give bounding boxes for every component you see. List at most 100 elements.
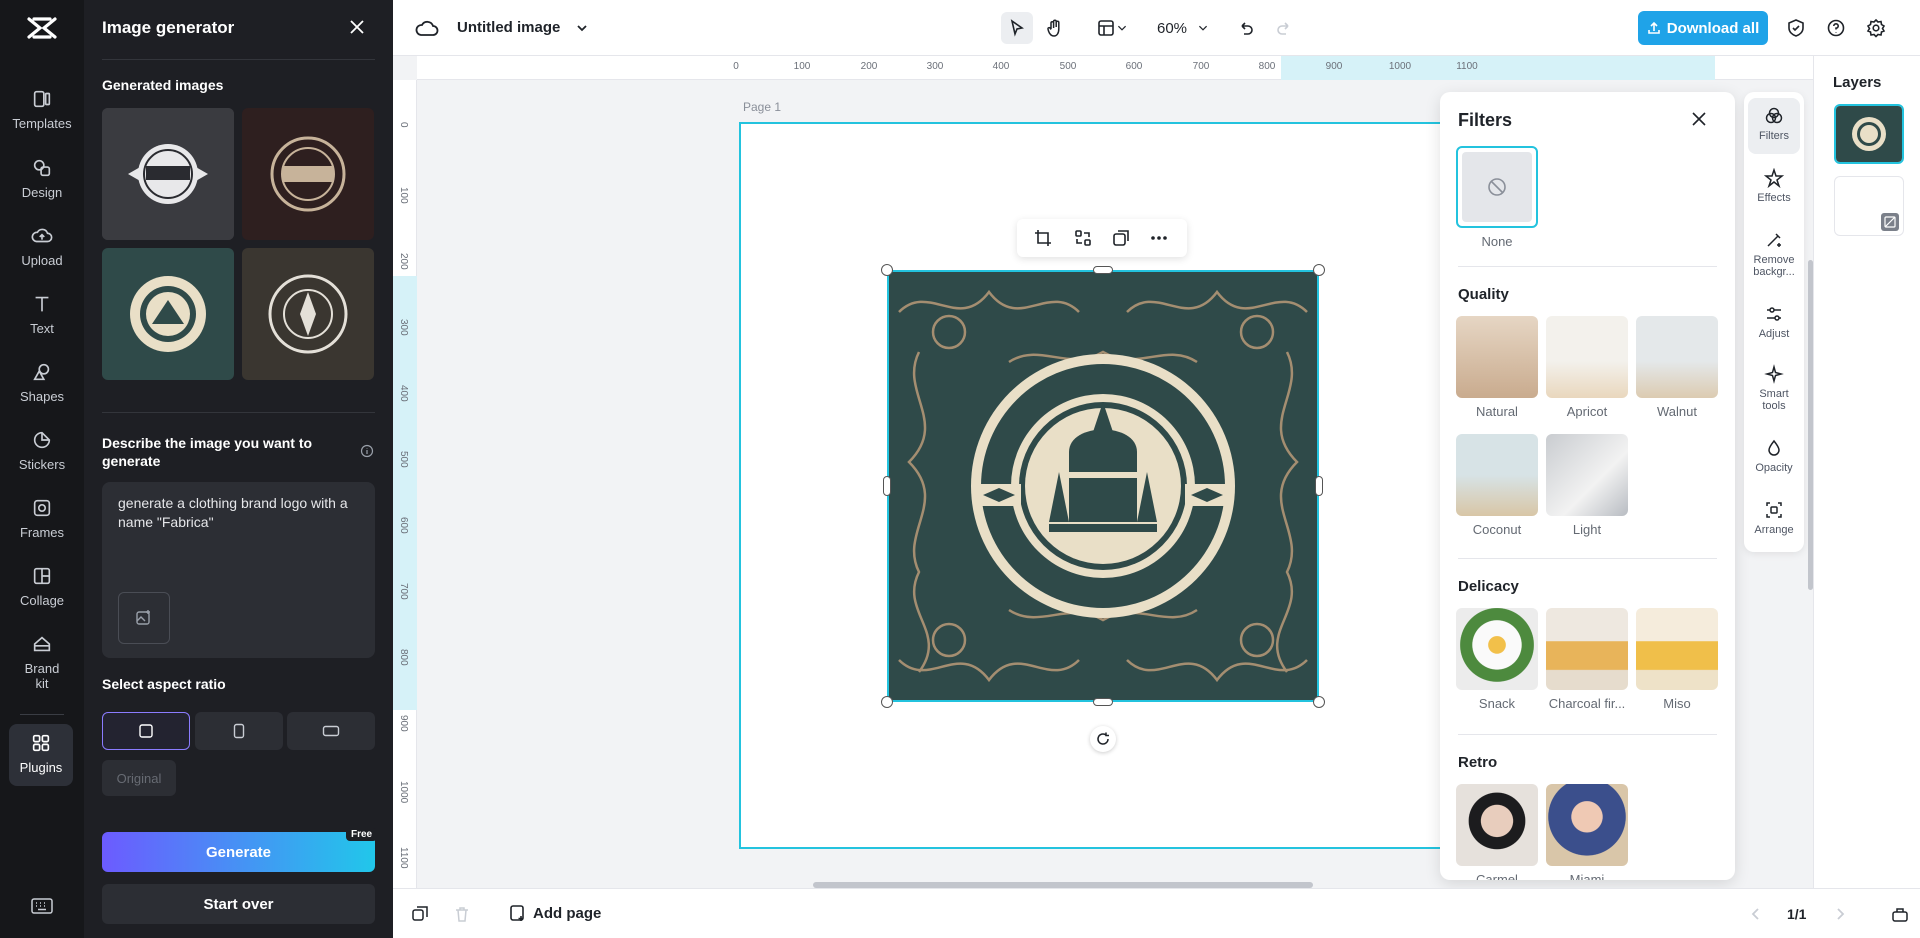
cloud-sync-icon[interactable] [415, 17, 439, 39]
emblem-image [242, 248, 374, 380]
ruler-tick-label: 700 [398, 583, 409, 600]
start-over-button[interactable]: Start over [102, 884, 375, 924]
tool-label: Arrange [1754, 524, 1793, 536]
filter-walnut[interactable]: Walnut [1636, 316, 1718, 419]
tool-remove-background[interactable]: Remove backgr... [1748, 230, 1800, 278]
resize-handle-top[interactable] [1093, 266, 1113, 274]
document-title[interactable]: Untitled image [457, 19, 560, 36]
add-page-label: Add page [533, 905, 601, 922]
shield-button[interactable] [1783, 12, 1809, 44]
nav-collage[interactable]: Collage [0, 565, 84, 629]
settings-button[interactable] [1863, 12, 1889, 44]
tool-smart-tools[interactable]: Smarttools [1748, 364, 1800, 412]
filter-miso[interactable]: Miso [1636, 608, 1718, 711]
nav-plugins[interactable]: Plugins [9, 724, 73, 786]
filter-thumb [1456, 146, 1538, 228]
layers-stack-icon[interactable] [1891, 905, 1909, 923]
download-all-button[interactable]: Download all [1638, 11, 1768, 45]
filter-thumb [1546, 434, 1628, 516]
layers-title: Layers [1833, 74, 1881, 91]
nav-text-label: Text [30, 321, 54, 336]
resize-handle-tr[interactable] [1313, 264, 1325, 276]
filter-light[interactable]: Light [1546, 434, 1628, 537]
select-tool[interactable] [1001, 12, 1033, 44]
ruler-tick-label: 500 [1060, 61, 1077, 72]
generated-thumb-4[interactable] [242, 248, 374, 380]
crop-button[interactable] [1033, 228, 1053, 248]
generate-button[interactable]: Generate [102, 832, 375, 872]
resize-handle-tl[interactable] [881, 264, 893, 276]
generated-thumb-2[interactable] [242, 108, 374, 240]
zoom-control[interactable]: 60% [1151, 12, 1215, 44]
ruler-tick-label: 300 [398, 319, 409, 336]
duplicate-button[interactable] [1111, 228, 1131, 248]
add-page-icon [509, 904, 527, 922]
layout-menu[interactable] [1091, 12, 1133, 44]
resize-handle-bl[interactable] [881, 696, 893, 708]
filter-carmel[interactable]: Carmel [1456, 784, 1538, 880]
tool-opacity[interactable]: Opacity [1748, 438, 1800, 474]
resize-handle-left[interactable] [883, 476, 891, 496]
nav-design[interactable]: Design [0, 157, 84, 221]
add-page-button[interactable]: Add page [509, 904, 601, 922]
aspect-ratio-landscape[interactable] [287, 712, 375, 750]
capcut-logo-icon[interactable] [26, 14, 58, 42]
filter-apricot[interactable]: Apricot [1546, 316, 1628, 419]
tool-adjust[interactable]: Adjust [1748, 304, 1800, 340]
layer-order-icon[interactable] [411, 905, 429, 923]
filter-coconut[interactable]: Coconut [1456, 434, 1538, 537]
layer-logo-image[interactable] [1834, 104, 1904, 164]
tool-arrange[interactable]: Arrange [1748, 500, 1800, 536]
collage-icon [31, 565, 53, 587]
nav-upload[interactable]: Upload [0, 225, 84, 289]
nav-templates[interactable]: Templates [0, 88, 84, 152]
filter-thumb [1456, 434, 1538, 516]
portrait-icon [231, 723, 247, 739]
filters-title: Filters [1458, 110, 1512, 131]
landscape-icon [322, 723, 340, 739]
undo-button[interactable] [1231, 12, 1261, 44]
close-icon[interactable] [1690, 110, 1708, 128]
aspect-ratio-square[interactable] [102, 712, 190, 750]
tool-effects[interactable]: Effects [1748, 168, 1800, 204]
filter-charcoal-fir[interactable]: Charcoal fir... [1546, 608, 1628, 711]
nav-text[interactable]: Text [0, 293, 84, 357]
resize-handle-br[interactable] [1313, 696, 1325, 708]
more-button[interactable] [1149, 228, 1169, 248]
nav-design-label: Design [22, 185, 62, 200]
nav-brand-kit[interactable]: Brandkit [0, 633, 84, 697]
divider [102, 59, 375, 60]
tool-filters[interactable]: Filters [1748, 98, 1800, 154]
filter-natural[interactable]: Natural [1456, 316, 1538, 419]
nav-shapes-label: Shapes [20, 389, 64, 404]
hand-tool[interactable] [1039, 12, 1071, 44]
upload-arrow-icon [1647, 21, 1661, 35]
ruler-tick-label: 0 [733, 61, 739, 72]
selected-logo-image[interactable] [887, 270, 1319, 702]
replace-button[interactable] [1073, 228, 1093, 248]
filter-none[interactable]: None [1456, 146, 1538, 249]
rotate-handle[interactable] [1090, 726, 1116, 752]
help-button[interactable] [1823, 12, 1849, 44]
generated-thumb-3[interactable] [102, 248, 234, 380]
filter-miami[interactable]: Miami [1546, 784, 1628, 880]
filter-thumb [1456, 608, 1538, 690]
filter-snack[interactable]: Snack [1456, 608, 1538, 711]
nav-shapes[interactable]: Shapes [0, 361, 84, 425]
nav-stickers[interactable]: Stickers [0, 429, 84, 493]
add-reference-image-button[interactable] [118, 592, 170, 644]
filter-thumb [1636, 608, 1718, 690]
info-icon[interactable] [360, 444, 374, 458]
close-icon[interactable] [348, 18, 366, 36]
ruler-tick-label: 800 [1259, 61, 1276, 72]
layer-background[interactable] [1834, 176, 1904, 236]
generated-thumb-1[interactable] [102, 108, 234, 240]
resize-handle-bottom[interactable] [1093, 698, 1113, 706]
resize-handle-right[interactable] [1315, 476, 1323, 496]
aspect-ratio-portrait[interactable] [195, 712, 283, 750]
aspect-ratio-label: Select aspect ratio [102, 676, 226, 692]
trash-icon [453, 905, 471, 923]
keyboard-icon[interactable] [31, 897, 53, 915]
nav-frames[interactable]: Frames [0, 497, 84, 561]
chevron-down-icon[interactable] [575, 21, 589, 35]
